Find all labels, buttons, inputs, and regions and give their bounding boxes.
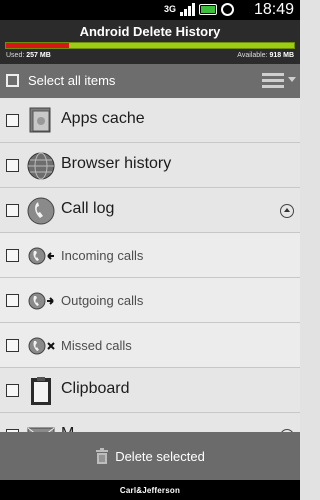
item-checkbox[interactable]	[6, 339, 19, 352]
used-value: 257 MB	[26, 52, 51, 59]
apps-cache-icon	[29, 107, 51, 133]
storage-bar	[5, 42, 295, 49]
list-item-outgoing-calls[interactable]: Outgoing calls	[0, 278, 300, 323]
collapse-button[interactable]	[280, 204, 294, 218]
item-checkbox[interactable]	[6, 294, 19, 307]
item-label: Apps cache	[61, 110, 145, 127]
footer-bar: Delete selected	[0, 432, 300, 480]
alarm-icon	[221, 3, 234, 16]
list-item-apps-cache[interactable]: Apps cache	[0, 98, 300, 143]
app-header: Android Delete History Used: 257 MB Avai…	[0, 20, 300, 64]
incoming-call-icon	[28, 247, 54, 265]
trash-icon	[96, 448, 109, 464]
list-item-call-log[interactable]: Call log	[0, 188, 300, 233]
status-bar: 3G 18:49	[0, 0, 300, 20]
mail-icon	[27, 427, 55, 432]
brand-bar: Carl&Jefferson	[0, 480, 300, 500]
item-checkbox[interactable]	[6, 114, 19, 127]
globe-icon	[27, 152, 55, 180]
storage-used-fill	[6, 43, 70, 48]
available-label: Available:	[237, 52, 268, 59]
list-item-incoming-calls[interactable]: Incoming calls	[0, 233, 300, 278]
phone-icon	[27, 197, 55, 225]
item-checkbox[interactable]	[6, 249, 19, 262]
app-title: Android Delete History	[79, 24, 221, 39]
item-label: Browser history	[61, 155, 172, 172]
item-checkbox[interactable]	[6, 384, 19, 397]
select-all-row[interactable]: Select all items	[0, 64, 300, 98]
available-storage: Available: 918 MB	[237, 52, 294, 59]
network-type: 3G	[163, 4, 176, 14]
item-label: Outgoing calls	[61, 293, 144, 308]
select-all-label: Select all items	[28, 73, 116, 88]
brand-logo-text: Carl&Jefferson	[119, 486, 181, 495]
item-label: Missed calls	[61, 338, 132, 353]
history-list[interactable]: Apps cache Browser history Call log Inco…	[0, 98, 300, 432]
sort-menu-button[interactable]	[262, 72, 296, 90]
used-label: Used:	[6, 52, 25, 59]
item-label: Clipboard	[61, 380, 130, 397]
item-checkbox[interactable]	[6, 159, 19, 172]
outgoing-call-icon	[28, 292, 54, 310]
missed-call-icon	[28, 337, 55, 355]
battery-icon	[199, 4, 217, 15]
clipboard-icon	[31, 377, 51, 405]
signal-icon	[180, 3, 195, 16]
delete-selected-label: Delete selected	[115, 448, 205, 464]
item-label: Call log	[61, 200, 115, 217]
status-time: 18:49	[253, 1, 294, 18]
delete-selected-button[interactable]: Delete selected	[0, 432, 300, 480]
list-item-missed-calls[interactable]: Missed calls	[0, 323, 300, 368]
item-checkbox[interactable]	[6, 204, 19, 217]
item-label: Incoming calls	[61, 248, 144, 263]
select-all-checkbox[interactable]	[6, 74, 19, 87]
list-item-clipboard[interactable]: Clipboard	[0, 368, 300, 413]
list-item-partial[interactable]: M	[0, 413, 300, 432]
available-value: 918 MB	[269, 52, 294, 59]
chevron-down-icon	[288, 77, 296, 82]
list-item-browser-history[interactable]: Browser history	[0, 143, 300, 188]
item-label: M	[61, 425, 74, 432]
status-icons: 3G	[164, 3, 234, 16]
used-storage: Used: 257 MB	[6, 52, 51, 59]
